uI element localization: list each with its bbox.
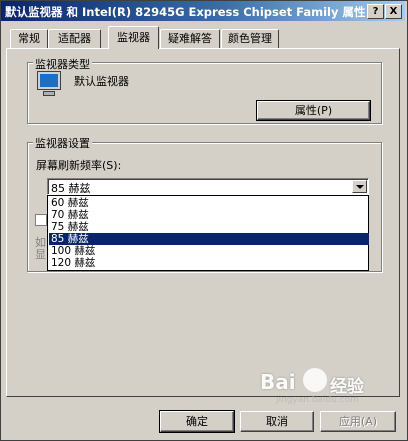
watermark-brand: Bai	[260, 370, 296, 394]
refresh-rate-select[interactable]: 85 赫兹	[47, 178, 369, 195]
tab-adapter[interactable]: 适配器	[48, 29, 101, 48]
option-70hz[interactable]: 70 赫兹	[49, 209, 369, 221]
watermark-url: jingyan.baidu.com	[276, 395, 360, 405]
refresh-rate-label: 屏幕刷新频率(S):	[36, 159, 122, 172]
option-60hz[interactable]: 60 赫兹	[49, 197, 369, 209]
help-button[interactable]: ?	[367, 4, 384, 19]
monitor-icon	[37, 71, 61, 90]
monitor-settings-label: 监视器设置	[33, 135, 92, 151]
properties-button[interactable]: 属性(P)	[256, 100, 371, 121]
monitor-type-label: 监视器类型	[33, 56, 92, 72]
cancel-button[interactable]: 取消	[240, 411, 314, 432]
close-button[interactable]: X	[385, 4, 402, 19]
apply-button[interactable]: 应用(A)	[320, 411, 396, 432]
refresh-rate-dropdown: 60 赫兹 70 赫兹 75 赫兹 85 赫兹 100 赫兹 120 赫兹	[47, 195, 369, 271]
refresh-rate-value: 85 赫兹	[51, 182, 91, 195]
tab-troubleshoot[interactable]: 疑难解答	[160, 29, 220, 48]
option-75hz[interactable]: 75 赫兹	[49, 221, 369, 233]
monitor-name: 默认监视器	[74, 75, 129, 88]
chevron-down-icon[interactable]	[352, 180, 367, 193]
tab-color-management[interactable]: 颜色管理	[221, 29, 279, 48]
tab-general[interactable]: 常规	[10, 29, 48, 48]
option-120hz[interactable]: 120 赫兹	[49, 257, 369, 269]
obscured-text-line2: 显	[35, 248, 46, 261]
paw-logo-icon	[303, 368, 327, 392]
option-100hz[interactable]: 100 赫兹	[49, 245, 369, 257]
tab-monitor[interactable]: 监视器	[108, 26, 159, 49]
hide-modes-checkbox[interactable]	[35, 214, 47, 226]
ok-button[interactable]: 确定	[159, 410, 235, 433]
watermark-suffix: 经验	[330, 377, 364, 397]
title-bar[interactable]: 默认监视器 和 Intel(R) 82945G Express Chipset …	[1, 1, 405, 21]
option-85hz[interactable]: 85 赫兹	[49, 233, 369, 245]
monitor-stand-icon	[43, 91, 55, 96]
window-title: 默认监视器 和 Intel(R) 82945G Express Chipset …	[5, 5, 366, 19]
